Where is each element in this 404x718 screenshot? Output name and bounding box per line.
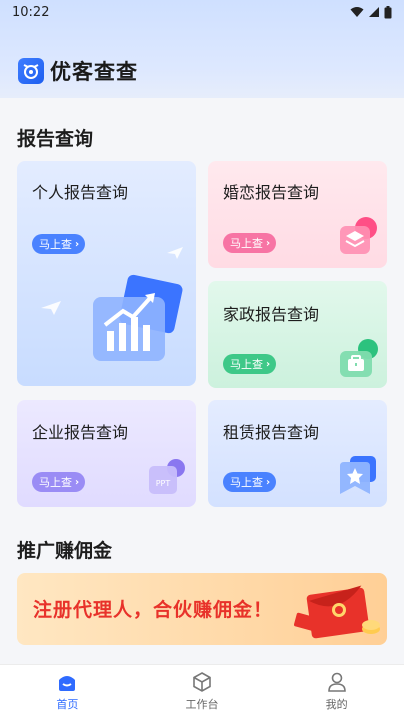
chevron-right-icon: › <box>75 476 80 488</box>
card-title: 租赁报告查询 <box>223 423 320 442</box>
card-company-report[interactable]: 企业报告查询 马上查 › PPT <box>17 400 196 507</box>
status-icons <box>350 5 392 19</box>
cube-icon <box>193 672 211 692</box>
briefcase-icon <box>340 339 378 377</box>
status-bar: 10:22 <box>0 0 404 24</box>
chevron-right-icon: › <box>266 358 271 370</box>
paper-plane-icon <box>41 301 61 315</box>
quick-query-button[interactable]: 马上查 › <box>223 354 277 374</box>
chevron-right-icon: › <box>266 476 271 488</box>
card-title: 企业报告查询 <box>32 423 129 442</box>
app-logo-icon <box>18 58 44 84</box>
chevron-right-icon: › <box>266 237 271 249</box>
battery-icon <box>384 5 392 18</box>
pill-label: 马上查 <box>39 238 72 251</box>
card-marriage-report[interactable]: 婚恋报告查询 马上查 › <box>208 161 387 268</box>
pill-label: 马上查 <box>230 237 263 250</box>
paper-plane-icon <box>167 247 183 259</box>
quick-query-button[interactable]: 马上查 › <box>223 472 277 492</box>
card-rental-report[interactable]: 租赁报告查询 马上查 › <box>208 400 387 507</box>
tab-label: 我的 <box>325 698 348 711</box>
app-title: 优客查查 <box>50 60 138 84</box>
status-time: 10:22 <box>12 4 50 20</box>
app-header: 优客查查 <box>18 56 138 86</box>
red-envelope-icon <box>294 585 380 639</box>
tab-profile[interactable]: 我的 <box>269 665 404 718</box>
card-title: 个人报告查询 <box>32 183 129 202</box>
growth-chart-icon <box>93 274 183 361</box>
card-title: 婚恋报告查询 <box>223 183 320 202</box>
tab-workbench[interactable]: 工作台 <box>135 665 270 718</box>
layers-icon <box>340 217 377 254</box>
presentation-badge: PPT <box>155 479 171 488</box>
pill-label: 马上查 <box>39 476 72 489</box>
section-title-promote: 推广赚佣金 <box>17 540 113 562</box>
main-content: 报告查询 个人报告查询 马上查 › 婚恋报告查询 马上查 › 家政报告查询 马上… <box>0 98 404 664</box>
quick-query-button[interactable]: 马上查 › <box>32 234 86 254</box>
pill-label: 马上查 <box>230 358 263 371</box>
home-icon <box>59 676 76 691</box>
user-icon <box>327 672 346 692</box>
banner-text: 注册代理人，合伙赚佣金！ <box>33 599 274 621</box>
star-bookmark-icon <box>340 456 376 494</box>
agent-signup-banner[interactable]: 注册代理人，合伙赚佣金！ <box>17 573 387 645</box>
tab-label: 工作台 <box>185 698 219 711</box>
pill-label: 马上查 <box>230 476 263 489</box>
card-housekeeping-report[interactable]: 家政报告查询 马上查 › <box>208 281 387 388</box>
tab-home[interactable]: 首页 <box>0 665 135 718</box>
wifi-icon <box>350 7 364 17</box>
signal-icon <box>369 7 379 17</box>
presentation-icon: PPT <box>149 458 187 496</box>
quick-query-button[interactable]: 马上查 › <box>32 472 86 492</box>
card-title: 家政报告查询 <box>223 305 320 324</box>
tab-label: 首页 <box>56 698 79 711</box>
card-personal-report[interactable]: 个人报告查询 马上查 › <box>17 161 196 386</box>
quick-query-button[interactable]: 马上查 › <box>223 233 277 253</box>
chevron-right-icon: › <box>75 238 80 250</box>
bottom-tab-bar: 首页 工作台 我的 <box>0 664 404 718</box>
section-title-report: 报告查询 <box>17 128 94 150</box>
